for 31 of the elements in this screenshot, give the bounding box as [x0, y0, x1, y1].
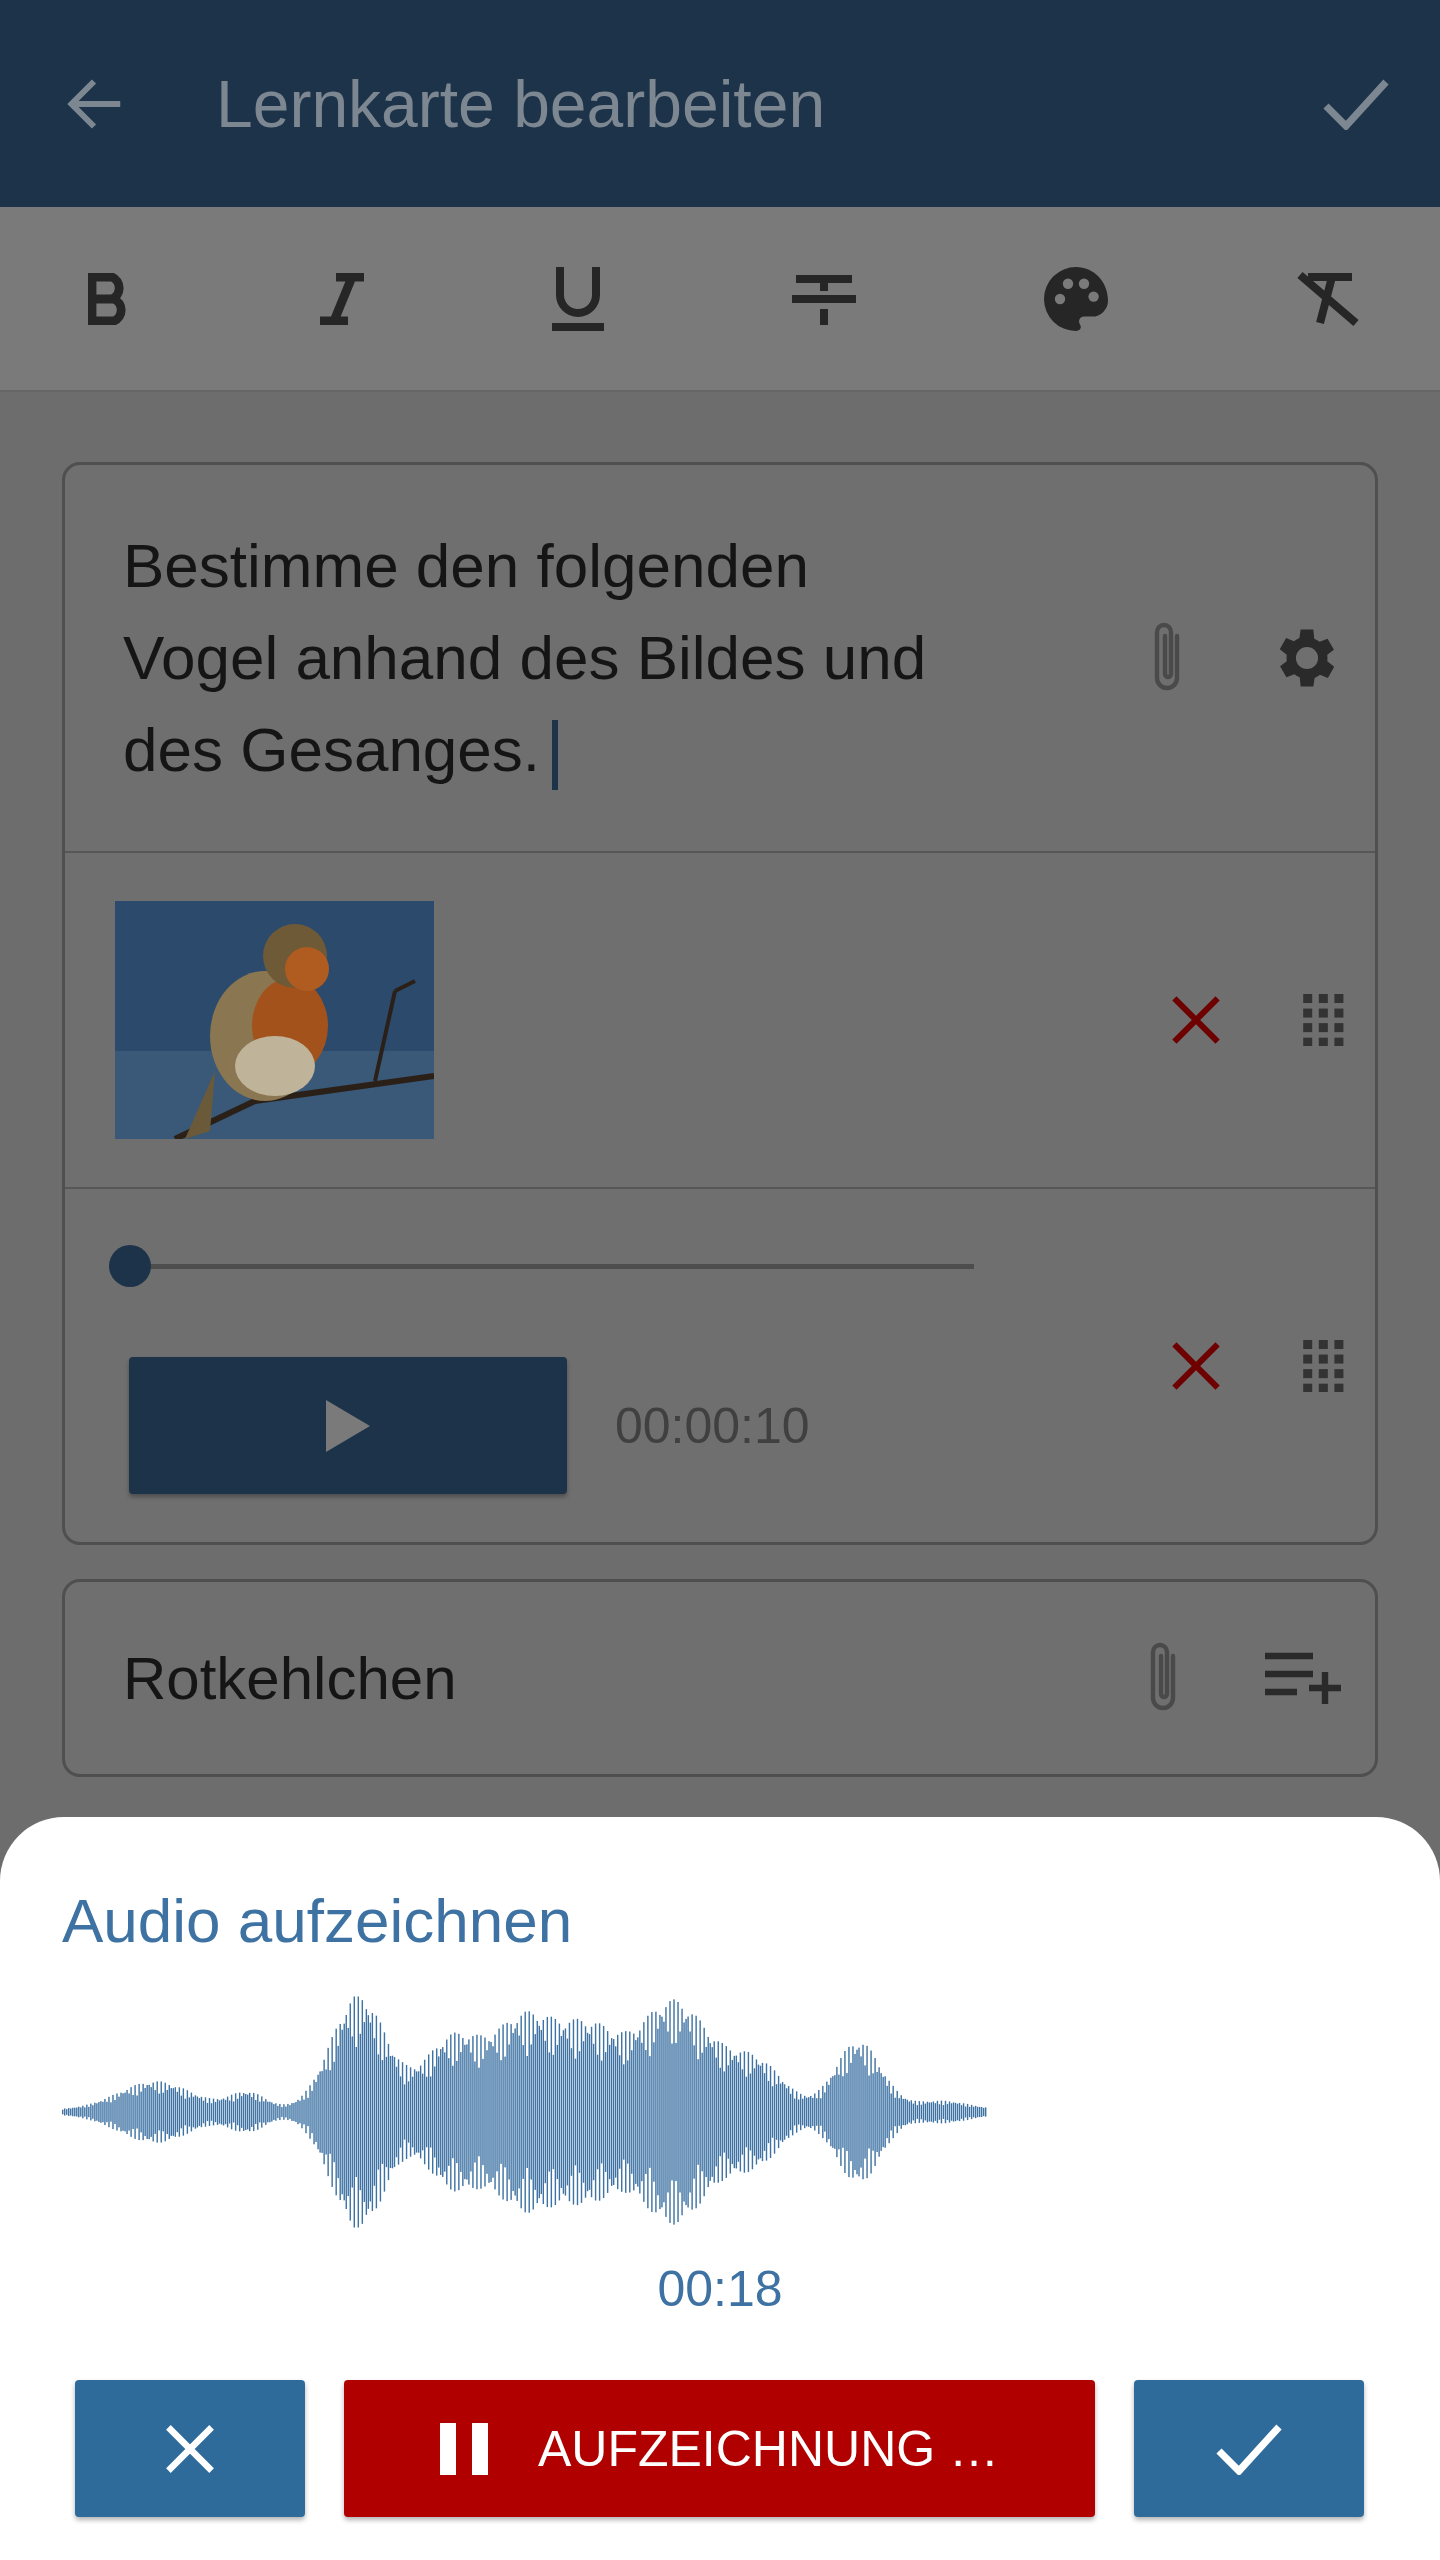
- clear-format-button[interactable]: [1296, 270, 1360, 327]
- drag-handle-icon: [1303, 994, 1345, 1046]
- remove-button[interactable]: [1169, 993, 1223, 1047]
- checkmark-icon: [1215, 2422, 1283, 2475]
- question-text-field[interactable]: Bestimme den folgenden Vogel anhand des Bildes und des Gesanges.: [109, 520, 958, 796]
- delete-icon: [1169, 993, 1223, 1047]
- checkmark-icon: [1322, 77, 1390, 130]
- confirm-button[interactable]: [1134, 2380, 1364, 2517]
- slider-thumb[interactable]: [109, 1245, 151, 1287]
- palette-icon: [1044, 266, 1108, 331]
- record-button[interactable]: AUFZEICHNUNG …: [344, 2380, 1095, 2517]
- reorder-handle[interactable]: [1303, 1339, 1345, 1392]
- underline-button[interactable]: [552, 266, 604, 331]
- clear-format-icon: [1296, 270, 1360, 327]
- elapsed-time: 00:18: [657, 2260, 783, 2318]
- play-icon: [326, 1399, 370, 1452]
- color-button[interactable]: [1044, 266, 1108, 331]
- underline-icon: [552, 266, 604, 331]
- answer-text-field[interactable]: Rotkehlchen: [109, 1643, 457, 1713]
- italic-button[interactable]: [320, 272, 364, 325]
- cancel-button[interactable]: [75, 2380, 305, 2517]
- pause-icon: [439, 2422, 488, 2475]
- reorder-handle[interactable]: [1303, 994, 1345, 1046]
- drag-handle-icon: [1303, 1339, 1345, 1392]
- italic-icon: [320, 272, 364, 325]
- text-cursor: [552, 719, 559, 790]
- strikethrough-icon: [792, 272, 856, 325]
- sheet-title: Audio aufzeichnen: [62, 1885, 574, 1956]
- screen-title: Lernkarte bearbeiten: [216, 65, 827, 142]
- save-button[interactable]: [1322, 77, 1390, 130]
- strikethrough-button[interactable]: [792, 272, 856, 325]
